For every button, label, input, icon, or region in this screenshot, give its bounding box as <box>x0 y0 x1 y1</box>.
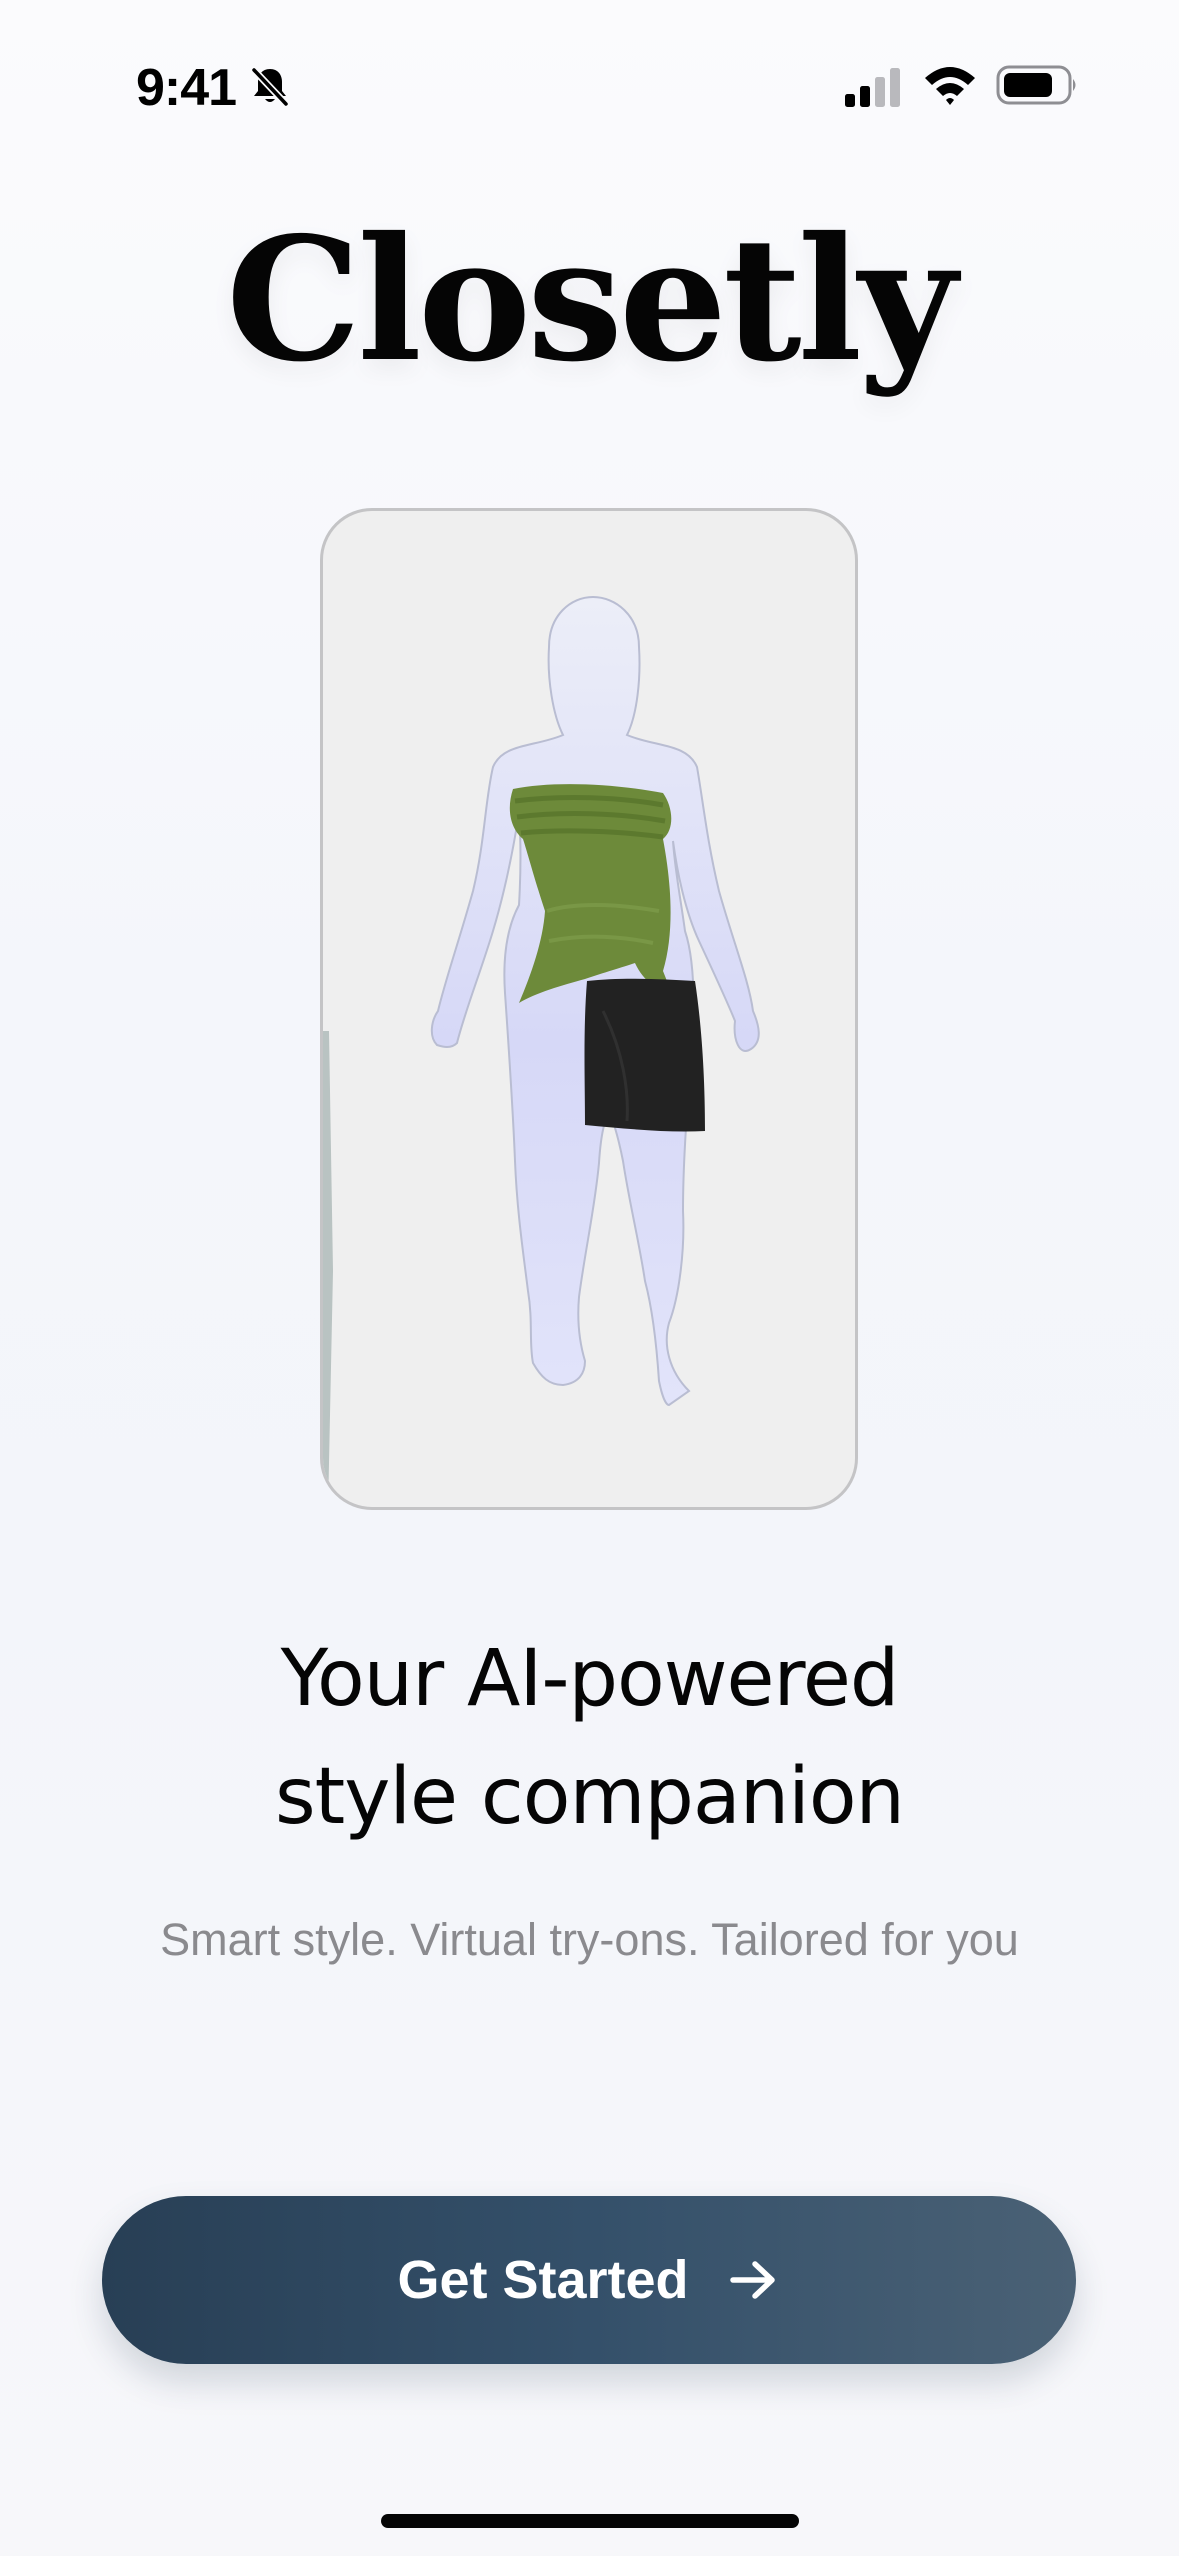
cellular-signal-icon <box>845 68 900 107</box>
bell-slash-icon <box>250 66 290 108</box>
status-bar: 9:41 <box>0 0 1179 170</box>
app-title: Closetly <box>225 200 957 400</box>
status-time: 9:41 <box>136 59 237 117</box>
battery-icon <box>996 65 1076 105</box>
wifi-icon <box>925 67 975 105</box>
get-started-label: Get Started <box>397 2250 689 2310</box>
onboarding-tagline: Smart style. Virtual try-ons. Tailored f… <box>160 1914 1019 1965</box>
black-skirt <box>584 978 705 1132</box>
mannequin-outfit-illustration <box>323 595 760 1507</box>
home-indicator[interactable] <box>381 2514 799 2528</box>
onboarding-headline: Your AI-powered style companion <box>0 1620 1179 1856</box>
get-started-button[interactable]: Get Started <box>102 2196 1076 2364</box>
headline-line-1: Your AI-powered <box>280 1634 900 1724</box>
arrow-right-icon <box>729 2261 775 2299</box>
outfit-preview-card <box>320 508 858 1510</box>
headline-line-2: style companion <box>275 1752 905 1842</box>
